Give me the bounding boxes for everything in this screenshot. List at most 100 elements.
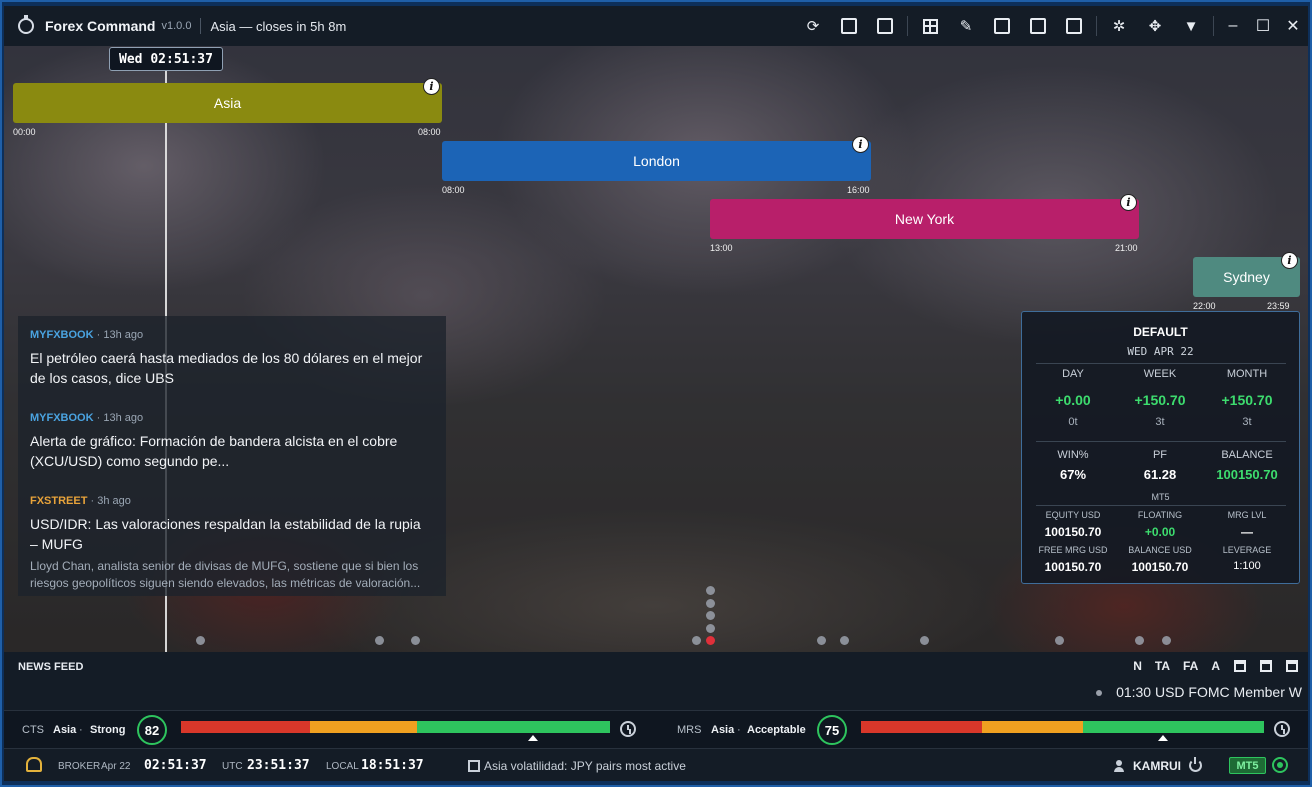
- app-version: v1.0.0: [161, 20, 192, 32]
- user-icon: [1114, 760, 1124, 772]
- period-trades: 3t: [1155, 416, 1165, 428]
- mrs-session: Asia: [711, 724, 735, 736]
- settings-gear-icon[interactable]: ✲: [1109, 16, 1129, 36]
- session-start: 00:00: [13, 127, 36, 137]
- news-source: FXSTREET: [30, 495, 88, 507]
- calendar-icon[interactable]: [1286, 660, 1298, 672]
- detail-label: FLOATING: [1137, 510, 1183, 520]
- news-age: · 13h ago: [93, 329, 144, 341]
- session-name: Sydney: [1223, 269, 1270, 285]
- news-feed-label: NEWS FEED: [18, 661, 84, 673]
- history-icon[interactable]: [1274, 721, 1290, 737]
- user-name[interactable]: KAMRUI: [1133, 759, 1181, 773]
- info-icon[interactable]: i: [1120, 194, 1137, 211]
- session-name: New York: [894, 211, 955, 227]
- connection-status-icon: [1272, 757, 1288, 773]
- carousel-dot[interactable]: [706, 599, 715, 608]
- layout-grid-icon[interactable]: [920, 16, 940, 36]
- detail-value: 100150.70: [1044, 525, 1102, 539]
- mrs-pointer: [1158, 735, 1169, 741]
- economic-event-ticker[interactable]: 01:30 USD FOMC Member W: [1096, 684, 1302, 700]
- bell-icon[interactable]: [26, 757, 42, 772]
- bank-icon[interactable]: [1234, 660, 1246, 672]
- carousel-dot[interactable]: [1055, 636, 1064, 645]
- session-name: Asia: [213, 95, 242, 111]
- news-item[interactable]: MYFXBOOK · 13h ago Alerta de gráfico: Fo…: [30, 408, 430, 471]
- stat-value: 67%: [1059, 467, 1087, 482]
- carousel-dot[interactable]: [411, 636, 420, 645]
- carousel-dot[interactable]: [920, 636, 929, 645]
- stat-value: 100150.70: [1216, 467, 1278, 482]
- feed-tab-fundamental[interactable]: FA: [1183, 659, 1198, 673]
- period-pnl: +150.70: [1134, 392, 1186, 408]
- status-bar: BROKER Apr 22 02:51:37 UTC 23:51:37 LOCA…: [4, 748, 1308, 781]
- session-bar-sydney[interactable]: Sydney i: [1193, 252, 1300, 297]
- close-button[interactable]: ✕: [1278, 16, 1308, 36]
- info-icon[interactable]: i: [1281, 252, 1298, 269]
- detail-value: 100150.70: [1131, 560, 1189, 574]
- session-bar-asia[interactable]: Asia i: [13, 78, 442, 123]
- cts-score: 82: [137, 715, 167, 745]
- account-name: DEFAULT: [1133, 325, 1188, 339]
- session-bar-new-york[interactable]: New York i: [710, 194, 1139, 239]
- pin-icon[interactable]: ✥: [1145, 16, 1165, 36]
- carousel-dot[interactable]: [706, 624, 715, 633]
- carousel-dot[interactable]: [840, 636, 849, 645]
- cts-meter: [181, 721, 610, 733]
- news-item[interactable]: MYFXBOOK · 13h ago El petróleo caerá has…: [30, 325, 430, 388]
- carousel-dot[interactable]: [706, 611, 715, 620]
- carousel-dot[interactable]: [692, 636, 701, 645]
- info-icon[interactable]: i: [852, 136, 869, 153]
- info-icon[interactable]: i: [423, 78, 440, 95]
- mrs-score: 75: [817, 715, 847, 745]
- sync-icon[interactable]: ⟳: [803, 16, 823, 36]
- carousel-dot[interactable]: [375, 636, 384, 645]
- detail-label: EQUITY USD: [1045, 510, 1101, 520]
- bar-chart-icon[interactable]: [839, 16, 859, 36]
- maximize-button[interactable]: ☐: [1248, 16, 1278, 36]
- feed-tab-analysis[interactable]: A: [1211, 659, 1220, 673]
- period-trades: 3t: [1242, 416, 1252, 428]
- minimize-button[interactable]: –: [1218, 17, 1248, 35]
- news-title: USD/IDR: Las valoraciones respaldan la e…: [30, 516, 421, 552]
- title-bar: Forex Command v1.0.0 Asia — closes in 5h…: [4, 6, 1308, 46]
- strength-bar: CTS Asia · Strong 82 MRS Asia · Acceptab…: [4, 710, 1308, 748]
- feed-tab-technical[interactable]: TA: [1155, 659, 1170, 673]
- detail-value: —: [1241, 525, 1253, 539]
- news-source: MYFXBOOK: [30, 329, 94, 341]
- period-trades: 0t: [1068, 416, 1078, 428]
- feed-tab-news[interactable]: N: [1133, 659, 1142, 673]
- news-description: Lloyd Chan, analista senior de divisas d…: [30, 559, 421, 590]
- platform-label: MT5: [1151, 492, 1170, 502]
- news-title: El petróleo caerá hasta mediados de los …: [30, 350, 423, 386]
- power-icon[interactable]: [1189, 757, 1202, 772]
- carousel-dot[interactable]: [1135, 636, 1144, 645]
- chart-image-icon[interactable]: [992, 16, 1012, 36]
- session-start: 22:00: [1193, 301, 1216, 311]
- session-bar-london[interactable]: London i: [442, 136, 871, 181]
- journal-icon[interactable]: [1028, 16, 1048, 36]
- carousel-dot[interactable]: [706, 586, 715, 595]
- period-label: MONTH: [1226, 368, 1268, 380]
- account-panel: DEFAULT WED APR 22 DAY WEEK MONTH +0.00 …: [1021, 311, 1300, 584]
- dropdown-triangle-icon[interactable]: ▼: [1181, 16, 1201, 36]
- session-end: 23:59: [1267, 301, 1290, 311]
- stat-label: WIN%: [1057, 449, 1089, 461]
- carousel-dot[interactable]: [1162, 636, 1171, 645]
- carousel-dot[interactable]: [817, 636, 826, 645]
- news-item[interactable]: FXSTREET · 3h ago USD/IDR: Las valoracio…: [30, 491, 435, 592]
- news-source: MYFXBOOK: [30, 412, 94, 424]
- ruler-icon[interactable]: ✎: [956, 16, 976, 36]
- mrs-meter: [861, 721, 1264, 733]
- carousel-dot[interactable]: [196, 636, 205, 645]
- calculator-icon[interactable]: [875, 16, 895, 36]
- period-label: WEEK: [1143, 368, 1177, 380]
- history-icon[interactable]: [620, 721, 636, 737]
- checklist-icon[interactable]: [1064, 16, 1084, 36]
- current-time-label: Wed 02:51:37: [109, 47, 223, 71]
- stopwatch-icon: [18, 15, 34, 34]
- mrs-state: Acceptable: [747, 724, 806, 736]
- central-bank-icon[interactable]: [1260, 660, 1272, 672]
- carousel-dot-active[interactable]: [706, 636, 715, 645]
- platform-badge[interactable]: MT5: [1229, 757, 1266, 774]
